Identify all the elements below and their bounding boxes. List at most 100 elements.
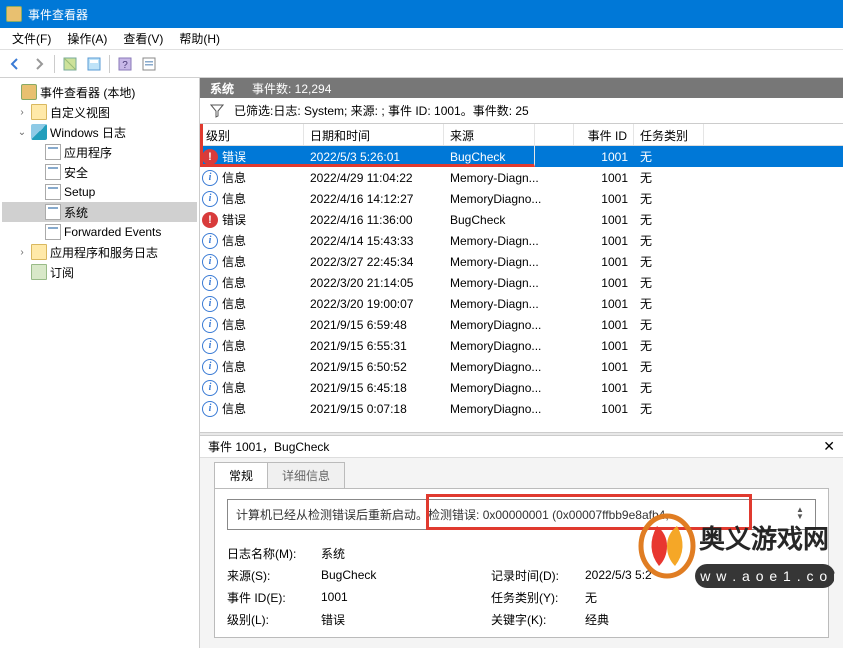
detail-pane: 事件 1001，BugCheck ✕ 常规 详细信息 计算机已经从检测错误后重新… [200,436,843,648]
keywords-label: 关键字(K): [491,611,585,628]
id-cell: 1001 [574,381,634,395]
logname-label: 日志名称(M): [227,545,321,562]
category-cell: 无 [634,337,704,354]
date-cell: 2021/9/15 6:59:48 [304,318,444,332]
info-icon: i [202,275,218,291]
level-text: 信息 [222,316,246,333]
id-cell: 1001 [574,297,634,311]
event-row[interactable]: i信息2022/3/20 21:14:05Memory-Diagn...1001… [200,272,843,293]
event-row[interactable]: i信息2022/4/29 11:04:22Memory-Diagn...1001… [200,167,843,188]
event-list: 级别 日期和时间 来源 事件 ID 任务类别 !错误2022/5/3 5:26:… [200,124,843,432]
logged-value: 2022/5/3 5:2 [585,568,755,582]
event-row[interactable]: i信息2022/3/27 22:45:34Memory-Diagn...1001… [200,251,843,272]
category-value: 无 [585,589,755,606]
tree-custom-views[interactable]: ›自定义视图 [2,102,197,122]
forward-button[interactable] [28,53,50,75]
menu-action[interactable]: 操作(A) [59,28,115,49]
event-row[interactable]: i信息2022/4/16 14:12:27MemoryDiagno...1001… [200,188,843,209]
svg-text:?: ? [122,60,128,71]
help-button[interactable]: ? [114,53,136,75]
tab-general[interactable]: 常规 [214,462,268,488]
id-cell: 1001 [574,234,634,248]
event-row[interactable]: i信息2021/9/15 6:55:31MemoryDiagno...1001无 [200,335,843,356]
menu-view[interactable]: 查看(V) [115,28,171,49]
level-text: 信息 [222,358,246,375]
event-row[interactable]: i信息2021/9/15 6:59:48MemoryDiagno...1001无 [200,314,843,335]
level-text: 信息 [222,337,246,354]
col-source[interactable]: 来源 [444,124,574,145]
tree-app-services[interactable]: ›应用程序和服务日志 [2,242,197,262]
message-part-a: 计算机已经从检测错误后重新启动 [236,508,416,522]
col-date[interactable]: 日期和时间 [304,124,444,145]
category-cell: 无 [634,253,704,270]
col-id[interactable]: 事件 ID [574,124,634,145]
event-row[interactable]: !错误2022/4/16 11:36:00BugCheck1001无 [200,209,843,230]
logname-value: 系统 [321,545,491,562]
date-cell: 2022/5/3 5:26:01 [304,150,444,164]
column-headers: 级别 日期和时间 来源 事件 ID 任务类别 [200,124,843,146]
header-count: 事件数: 12,294 [252,80,331,97]
date-cell: 2022/4/14 15:43:33 [304,234,444,248]
event-row[interactable]: i信息2021/9/15 0:07:18MemoryDiagno...1001无 [200,398,843,419]
event-row[interactable]: i信息2022/4/14 15:43:33Memory-Diagn...1001… [200,230,843,251]
event-rows[interactable]: !错误2022/5/3 5:26:01BugCheck1001无i信息2022/… [200,146,843,432]
event-row[interactable]: !错误2022/5/3 5:26:01BugCheck1001无 [200,146,843,167]
id-cell: 1001 [574,360,634,374]
info-icon: i [202,401,218,417]
funnel-icon [210,104,224,118]
tree-setup[interactable]: Setup [2,182,197,202]
date-cell: 2022/4/16 11:36:00 [304,213,444,227]
tree-security[interactable]: 安全 [2,162,197,182]
tree-system[interactable]: 系统 [2,202,197,222]
id-cell: 1001 [574,150,634,164]
tree-windows-logs[interactable]: ⌄Windows 日志 [2,122,197,142]
header-label: 系统 [210,80,234,97]
level-value: 错误 [321,611,491,628]
level-text: 信息 [222,253,246,270]
properties-button[interactable] [83,53,105,75]
tree-pane[interactable]: 事件查看器 (本地) ›自定义视图 ⌄Windows 日志 应用程序 安全 Se… [0,78,200,648]
show-hide-button[interactable] [59,53,81,75]
id-cell: 1001 [574,192,634,206]
source-value: BugCheck [321,568,491,582]
event-row[interactable]: i信息2021/9/15 6:45:18MemoryDiagno...1001无 [200,377,843,398]
event-row[interactable]: i信息2021/9/15 6:50:52MemoryDiagno...1001无 [200,356,843,377]
id-cell: 1001 [574,318,634,332]
log-icon [45,224,61,240]
col-category[interactable]: 任务类别 [634,124,704,145]
tree-forwarded[interactable]: Forwarded Events [2,222,197,242]
folder-icon [31,244,47,260]
log-icon [45,164,61,180]
level-text: 信息 [222,169,246,186]
menu-file[interactable]: 文件(F) [4,28,59,49]
log-icon [45,204,61,220]
back-button[interactable] [4,53,26,75]
event-row[interactable]: i信息2022/3/20 19:00:07Memory-Diagn...1001… [200,293,843,314]
close-detail-button[interactable]: ✕ [823,438,835,455]
tree-root[interactable]: 事件查看器 (本地) [2,82,197,102]
tree-application[interactable]: 应用程序 [2,142,197,162]
menu-help[interactable]: 帮助(H) [171,28,228,49]
date-cell: 2021/9/15 6:55:31 [304,339,444,353]
source-cell: MemoryDiagno... [444,402,574,416]
separator [109,55,110,73]
category-cell: 无 [634,148,704,165]
source-cell: MemoryDiagno... [444,318,574,332]
tab-details[interactable]: 详细信息 [267,462,345,488]
date-cell: 2021/9/15 6:45:18 [304,381,444,395]
col-level[interactable]: 级别 [200,124,304,145]
detail-title: 事件 1001，BugCheck [208,438,329,455]
source-cell: BugCheck [444,150,574,164]
scroll-spinner[interactable]: ▲▼ [793,506,807,523]
level-text: 信息 [222,379,246,396]
category-cell: 无 [634,169,704,186]
date-cell: 2022/3/27 22:45:34 [304,255,444,269]
tree-subscriptions[interactable]: 订阅 [2,262,197,282]
info-icon: i [202,296,218,312]
log-icon [45,144,61,160]
date-cell: 2021/9/15 6:50:52 [304,360,444,374]
refresh-button[interactable] [138,53,160,75]
source-cell: MemoryDiagno... [444,339,574,353]
eventid-value: 1001 [321,590,491,604]
app-icon [6,6,22,22]
